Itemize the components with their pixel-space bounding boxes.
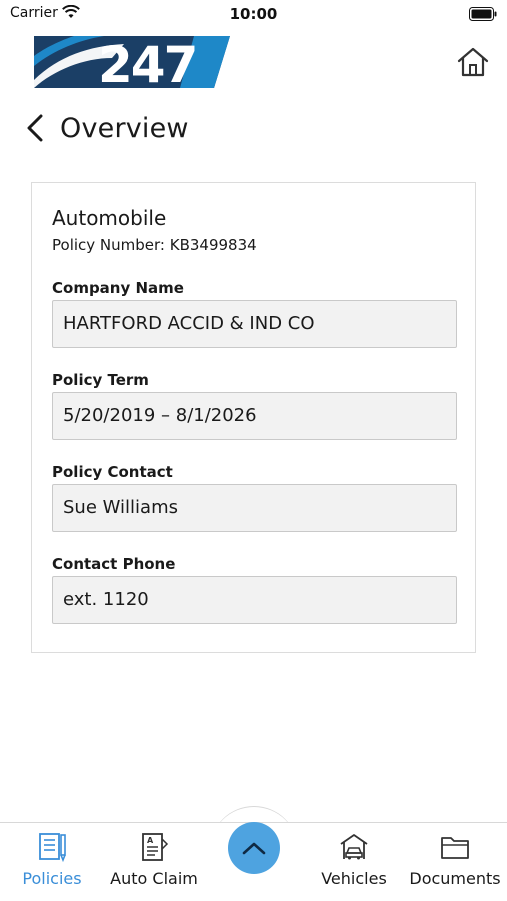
policy-number: Policy Number: KB3499834	[52, 236, 257, 254]
page-title: Overview	[60, 112, 189, 144]
policy-term-field: 5/20/2019 – 8/1/2026	[52, 392, 457, 440]
tab-auto-claim[interactable]: A Auto Claim	[104, 823, 204, 901]
chevron-left-icon	[27, 114, 43, 142]
policy-contact-field: Sue Williams	[52, 484, 457, 532]
company-name-field: HARTFORD ACCID & IND CO	[52, 300, 457, 348]
back-navigation[interactable]: Overview	[24, 108, 189, 148]
policy-contact-label: Policy Contact	[52, 463, 173, 481]
policy-card: Automobile Policy Number: KB3499834 Comp…	[31, 182, 476, 653]
tab-auto-claim-label: Auto Claim	[110, 869, 198, 888]
policy-type: Automobile	[52, 206, 167, 230]
contact-phone-field: ext. 1120	[52, 576, 457, 624]
home-button[interactable]	[455, 44, 491, 80]
expand-menu-button[interactable]	[228, 822, 280, 874]
svg-text:A: A	[147, 836, 154, 845]
folder-icon	[441, 837, 469, 859]
home-icon	[457, 47, 489, 77]
chevron-up-icon	[242, 842, 266, 855]
claim-form-icon: A	[142, 833, 169, 861]
tab-documents[interactable]: Documents	[403, 823, 507, 901]
app-logo: 247	[34, 36, 230, 94]
logo-text: 247	[98, 36, 196, 88]
tab-documents-label: Documents	[409, 869, 501, 888]
battery-icon	[469, 6, 497, 25]
tab-policies-label: Policies	[22, 869, 82, 888]
contact-phone-label: Contact Phone	[52, 555, 176, 573]
tab-vehicles[interactable]: Vehicles	[305, 823, 403, 901]
tab-policies[interactable]: Policies	[0, 823, 104, 901]
clock: 10:00	[229, 5, 278, 23]
garage-car-icon	[340, 834, 368, 860]
status-bar: Carrier 10:00	[0, 0, 507, 28]
document-pen-icon	[39, 833, 66, 863]
company-name-label: Company Name	[52, 279, 184, 297]
policy-term-label: Policy Term	[52, 371, 149, 389]
tab-vehicles-label: Vehicles	[321, 869, 387, 888]
